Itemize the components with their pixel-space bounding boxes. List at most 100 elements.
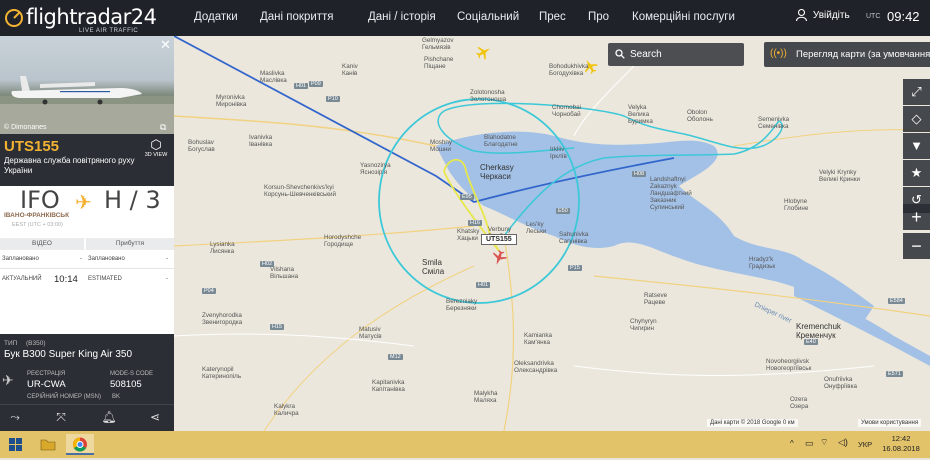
aircraft-icon-selected <box>493 249 507 265</box>
serial-value: BK <box>112 394 121 400</box>
road-shield: P09 <box>309 81 323 87</box>
flightradar24-logo[interactable]: flightradar24 LIVE AIR TRAFFIC <box>4 4 157 34</box>
nav-about[interactable]: Про <box>588 11 609 23</box>
modes-value: 508105 <box>110 379 142 390</box>
chrome-icon <box>73 437 87 452</box>
road-shield: H15 <box>270 324 285 330</box>
search-placeholder: Search <box>630 49 662 60</box>
arrival-header: Прибуття <box>86 238 174 250</box>
route-panel: IFO ✈ H / 3 ІВАНО-ФРАНКІВСЬК EEST (UTC +… <box>0 186 174 272</box>
scheduled-arrival-value: - <box>166 256 168 262</box>
nav-data-history[interactable]: Дані / історія <box>368 11 436 23</box>
place-label: Novoheorgiivsk Новогеоргіївськ <box>766 358 812 372</box>
nav-apps[interactable]: Додатки <box>194 11 238 23</box>
place-label: Chornobai Чорнобай <box>552 104 582 118</box>
origin-iata[interactable]: IFO <box>20 186 60 214</box>
road-shield: H01 <box>294 83 309 89</box>
place-label: Myronivka Миронівка <box>216 94 247 108</box>
map-view-selector[interactable]: ((•)) Перегляд карти (за умовчанням) <box>764 42 930 67</box>
3d-view-button[interactable]: ⬡ 3D VIEW <box>144 137 168 159</box>
airplane-icon: ✈ <box>75 192 92 214</box>
route-icon[interactable]: ⤳ <box>4 410 26 426</box>
callsign: UTS155 <box>4 138 60 155</box>
place-label: Zolotonosha Золотоноша <box>470 89 507 103</box>
place-label: Moshny Мошни <box>430 139 453 153</box>
actual-label: АКТУАЛЬНИЙ <box>2 276 42 282</box>
place-label: Velyka Велика Буримка <box>628 104 653 125</box>
login-label: Увійдіть <box>812 10 850 21</box>
city-label-cherkasy: Cherkasy Черкаси <box>480 163 514 181</box>
origin-timezone: EEST (UTC + 03:00) <box>12 222 63 228</box>
place-label: Malykha Маляха <box>474 390 498 404</box>
expand-photo-icon[interactable]: ⧉ <box>160 122 166 133</box>
place-label: Gelmyazov Гельмязів <box>422 37 454 51</box>
place-label: Sahunivka Сагунівка <box>559 231 589 245</box>
place-label: Blahodatne Благодатне <box>484 134 518 148</box>
utc-label: UTC <box>866 13 881 20</box>
nav-commercial-services[interactable]: Комерційні послуги <box>632 11 735 23</box>
estimated-value: - <box>166 276 168 282</box>
tray-chevron-icon[interactable]: ^ <box>790 439 794 448</box>
brand-tagline: LIVE AIR TRAFFIC <box>79 28 139 34</box>
scheduled-departure-label: Заплановано <box>2 256 39 262</box>
departure-header: ВІДЕО <box>0 238 84 250</box>
zoom-out-button[interactable]: − <box>903 233 930 259</box>
filter-button[interactable]: ▼ <box>903 133 930 159</box>
flight-map[interactable]: Dnieper river Gelmyazov Гельмязів Pishcha… <box>174 36 930 431</box>
tray-clock[interactable]: 12:42 16.08.2018 <box>882 434 920 454</box>
zoom-in-button[interactable]: + <box>903 204 930 230</box>
windows-logo-icon <box>9 438 22 451</box>
road-shield: E40 <box>804 339 818 345</box>
aircraft-icon: ✈ <box>2 372 14 388</box>
cube-icon: ⬡ <box>150 137 162 152</box>
layers-button[interactable]: ◇ <box>903 106 930 132</box>
nav-press[interactable]: Прес <box>539 11 566 23</box>
expand-icon: ⤢ <box>911 84 922 99</box>
road-shield: P04 <box>202 288 216 294</box>
close-icon[interactable]: ✕ <box>160 37 171 53</box>
aircraft-type: Бук B300 Super King Air 350 <box>4 349 133 360</box>
favorites-button[interactable]: ★ <box>903 160 930 186</box>
search-box[interactable]: Search <box>608 43 744 66</box>
alert-bell-icon[interactable]: 🔔︎ <box>98 410 120 426</box>
search-icon <box>615 49 625 59</box>
language-indicator[interactable]: УКР <box>858 440 872 449</box>
scheduled-departure-value: - <box>80 256 82 262</box>
share-icon[interactable]: ⋖ <box>144 410 166 426</box>
network-icon[interactable]: ⌔ <box>820 437 828 448</box>
road-shield: H02 <box>260 261 275 267</box>
terms-link[interactable]: Умови користування <box>858 419 922 427</box>
aircraft-photo[interactable]: © Dimonanes ✕ ⧉ <box>0 36 174 134</box>
map-attribution: Дані карти © 2018 Google 0 км <box>707 419 798 427</box>
aircraft-photo-image <box>0 76 174 134</box>
brand-name: flightradar24 <box>26 5 157 29</box>
place-label: Bohuslav Богуслав <box>188 139 215 153</box>
file-explorer-button[interactable] <box>34 434 62 455</box>
registration-label: РЕЄСТРАЦІЯ <box>27 371 66 377</box>
selected-flight-label[interactable]: UTS155 <box>481 234 517 245</box>
chrome-button[interactable] <box>66 434 94 455</box>
origin-city[interactable]: ІВАНО-ФРАНКІВСЬК <box>4 212 69 219</box>
place-label: Landshaftnyi Zakaznyk Ландшафтний Заказник С… <box>650 176 692 211</box>
road-shield: E50 <box>556 208 570 214</box>
windows-taskbar: ^ ▭ ⌔ ◁) УКР 12:42 16.08.2018 <box>0 431 930 458</box>
battery-icon[interactable]: ▭ <box>805 438 814 449</box>
airline-name[interactable]: Державна служба повітряного руху України <box>4 156 139 176</box>
folder-icon <box>40 439 56 451</box>
fullscreen-button[interactable]: ⤢ <box>903 79 930 105</box>
modes-label: MODE-S CODE <box>110 371 154 377</box>
center-icon[interactable]: ⤧ <box>50 410 72 426</box>
nav-social[interactable]: Соціальний <box>457 11 519 23</box>
tray-time: 12:42 <box>891 434 911 443</box>
3d-view-label: 3D VIEW <box>144 152 168 158</box>
type-code: (B350) <box>26 340 46 347</box>
photo-credit[interactable]: © Dimonanes <box>4 124 47 131</box>
filter-icon: ▼ <box>910 138 923 153</box>
place-label: Yasnozirya Яснозір'я <box>360 162 391 176</box>
login-button[interactable]: Увійдіть <box>795 9 850 22</box>
place-label: Hlobyne Глобине <box>784 198 809 212</box>
windows-start-button[interactable] <box>2 434 30 455</box>
volume-icon[interactable]: ◁) <box>838 437 848 448</box>
destination-iata: H / 3 <box>104 186 161 214</box>
nav-coverage[interactable]: Дані покриття <box>260 11 334 23</box>
